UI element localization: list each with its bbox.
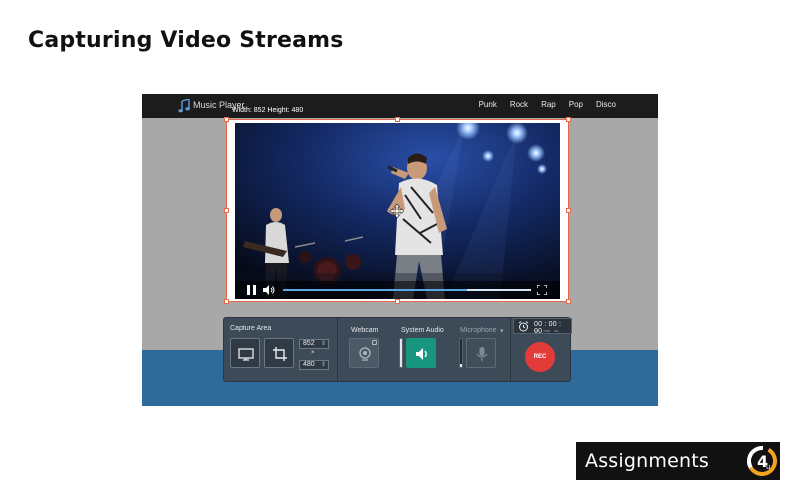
assignments4u-logo: Assignments 4 u [576,442,780,480]
webcam-icon [359,347,371,361]
system-audio-level-fill [400,339,402,367]
resize-handle-bottom-right[interactable] [566,299,571,304]
microphone-icon [476,347,488,361]
monitor-icon [238,348,254,361]
resize-handle-bottom[interactable] [395,299,400,304]
pause-button[interactable] [247,285,256,295]
nav-item-rap[interactable]: Rap [541,100,556,109]
logo-text: Assignments [585,450,709,472]
alarm-clock-icon [518,321,529,332]
player-controls [235,281,560,299]
nav-item-rock[interactable]: Rock [510,100,528,109]
system-audio-level[interactable] [399,338,403,368]
music-note-icon [178,99,190,113]
microphone-button[interactable] [466,338,496,368]
logo-badge-icon: 4 u [747,446,777,476]
system-audio-button[interactable] [406,338,436,368]
resize-handle-top-right[interactable] [566,117,571,122]
volume-icon[interactable] [263,285,275,295]
capture-area-label: Capture Area [230,325,272,332]
dimension-times-symbol: × [311,350,315,356]
fullscreen-icon[interactable] [537,285,547,295]
resize-handle-right[interactable] [566,208,571,213]
fullscreen-capture-button[interactable] [230,338,260,368]
panel-divider [337,318,338,381]
seek-bar[interactable] [283,289,531,291]
nav-item-disco[interactable]: Disco [596,100,616,109]
speaker-icon [416,348,427,360]
width-field[interactable]: 852 [299,339,329,349]
app-screenshot: Music Player Punk Rock Rap Pop Disco Wid… [142,94,658,406]
move-cursor-icon [390,204,404,218]
capture-dimensions-label: Width: 852 Height: 480 [232,107,304,114]
crop-icon [273,347,287,361]
panel-divider [510,318,511,381]
height-field[interactable]: 480 [299,360,329,370]
microphone-level[interactable] [459,338,463,368]
webcam-button[interactable] [349,338,379,368]
microphone-dropdown-arrow[interactable]: ▾ [500,327,504,335]
nav-item-pop[interactable]: Pop [569,100,583,109]
recording-timer[interactable]: 00 : 00 : 00 hh mm ss [513,318,572,335]
resize-handle-bottom-left[interactable] [224,299,229,304]
microphone-level-fill [460,364,462,367]
slide-title: Capturing Video Streams [28,28,344,53]
genre-nav: Punk Rock Rap Pop Disco [479,100,616,109]
nav-item-punk[interactable]: Punk [479,100,497,109]
resize-handle-top-left[interactable] [224,117,229,122]
webcam-settings-icon[interactable] [372,340,377,345]
microphone-label: Microphone [460,327,497,334]
seek-bar-progress [283,289,467,291]
timer-units: hh mm ss [535,328,559,333]
logo-badge-sub: u [766,463,770,471]
top-nav: Music Player Punk Rock Rap Pop Disco [142,94,658,118]
record-button[interactable]: REC [525,342,555,372]
crop-area-button[interactable] [264,338,294,368]
resize-handle-top[interactable] [395,117,400,122]
webcam-label: Webcam [351,327,379,334]
recorder-panel: Capture Area 852 × 480 Webcam System Au [223,317,572,382]
system-audio-label: System Audio [401,327,444,334]
resize-handle-left[interactable] [224,208,229,213]
